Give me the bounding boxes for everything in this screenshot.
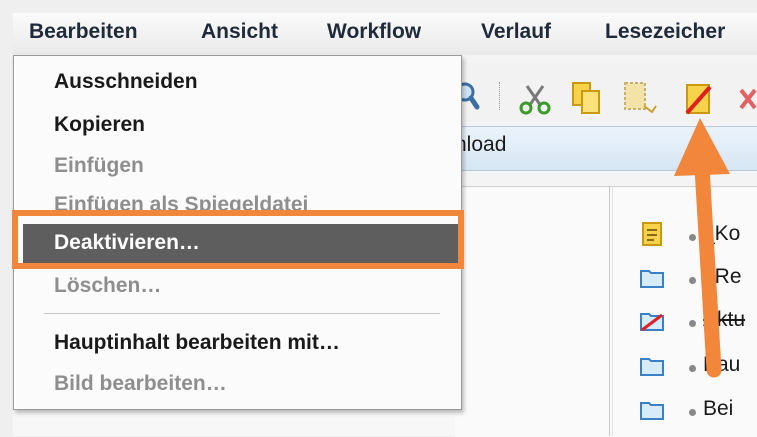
arrow-icon [674,118,730,378]
